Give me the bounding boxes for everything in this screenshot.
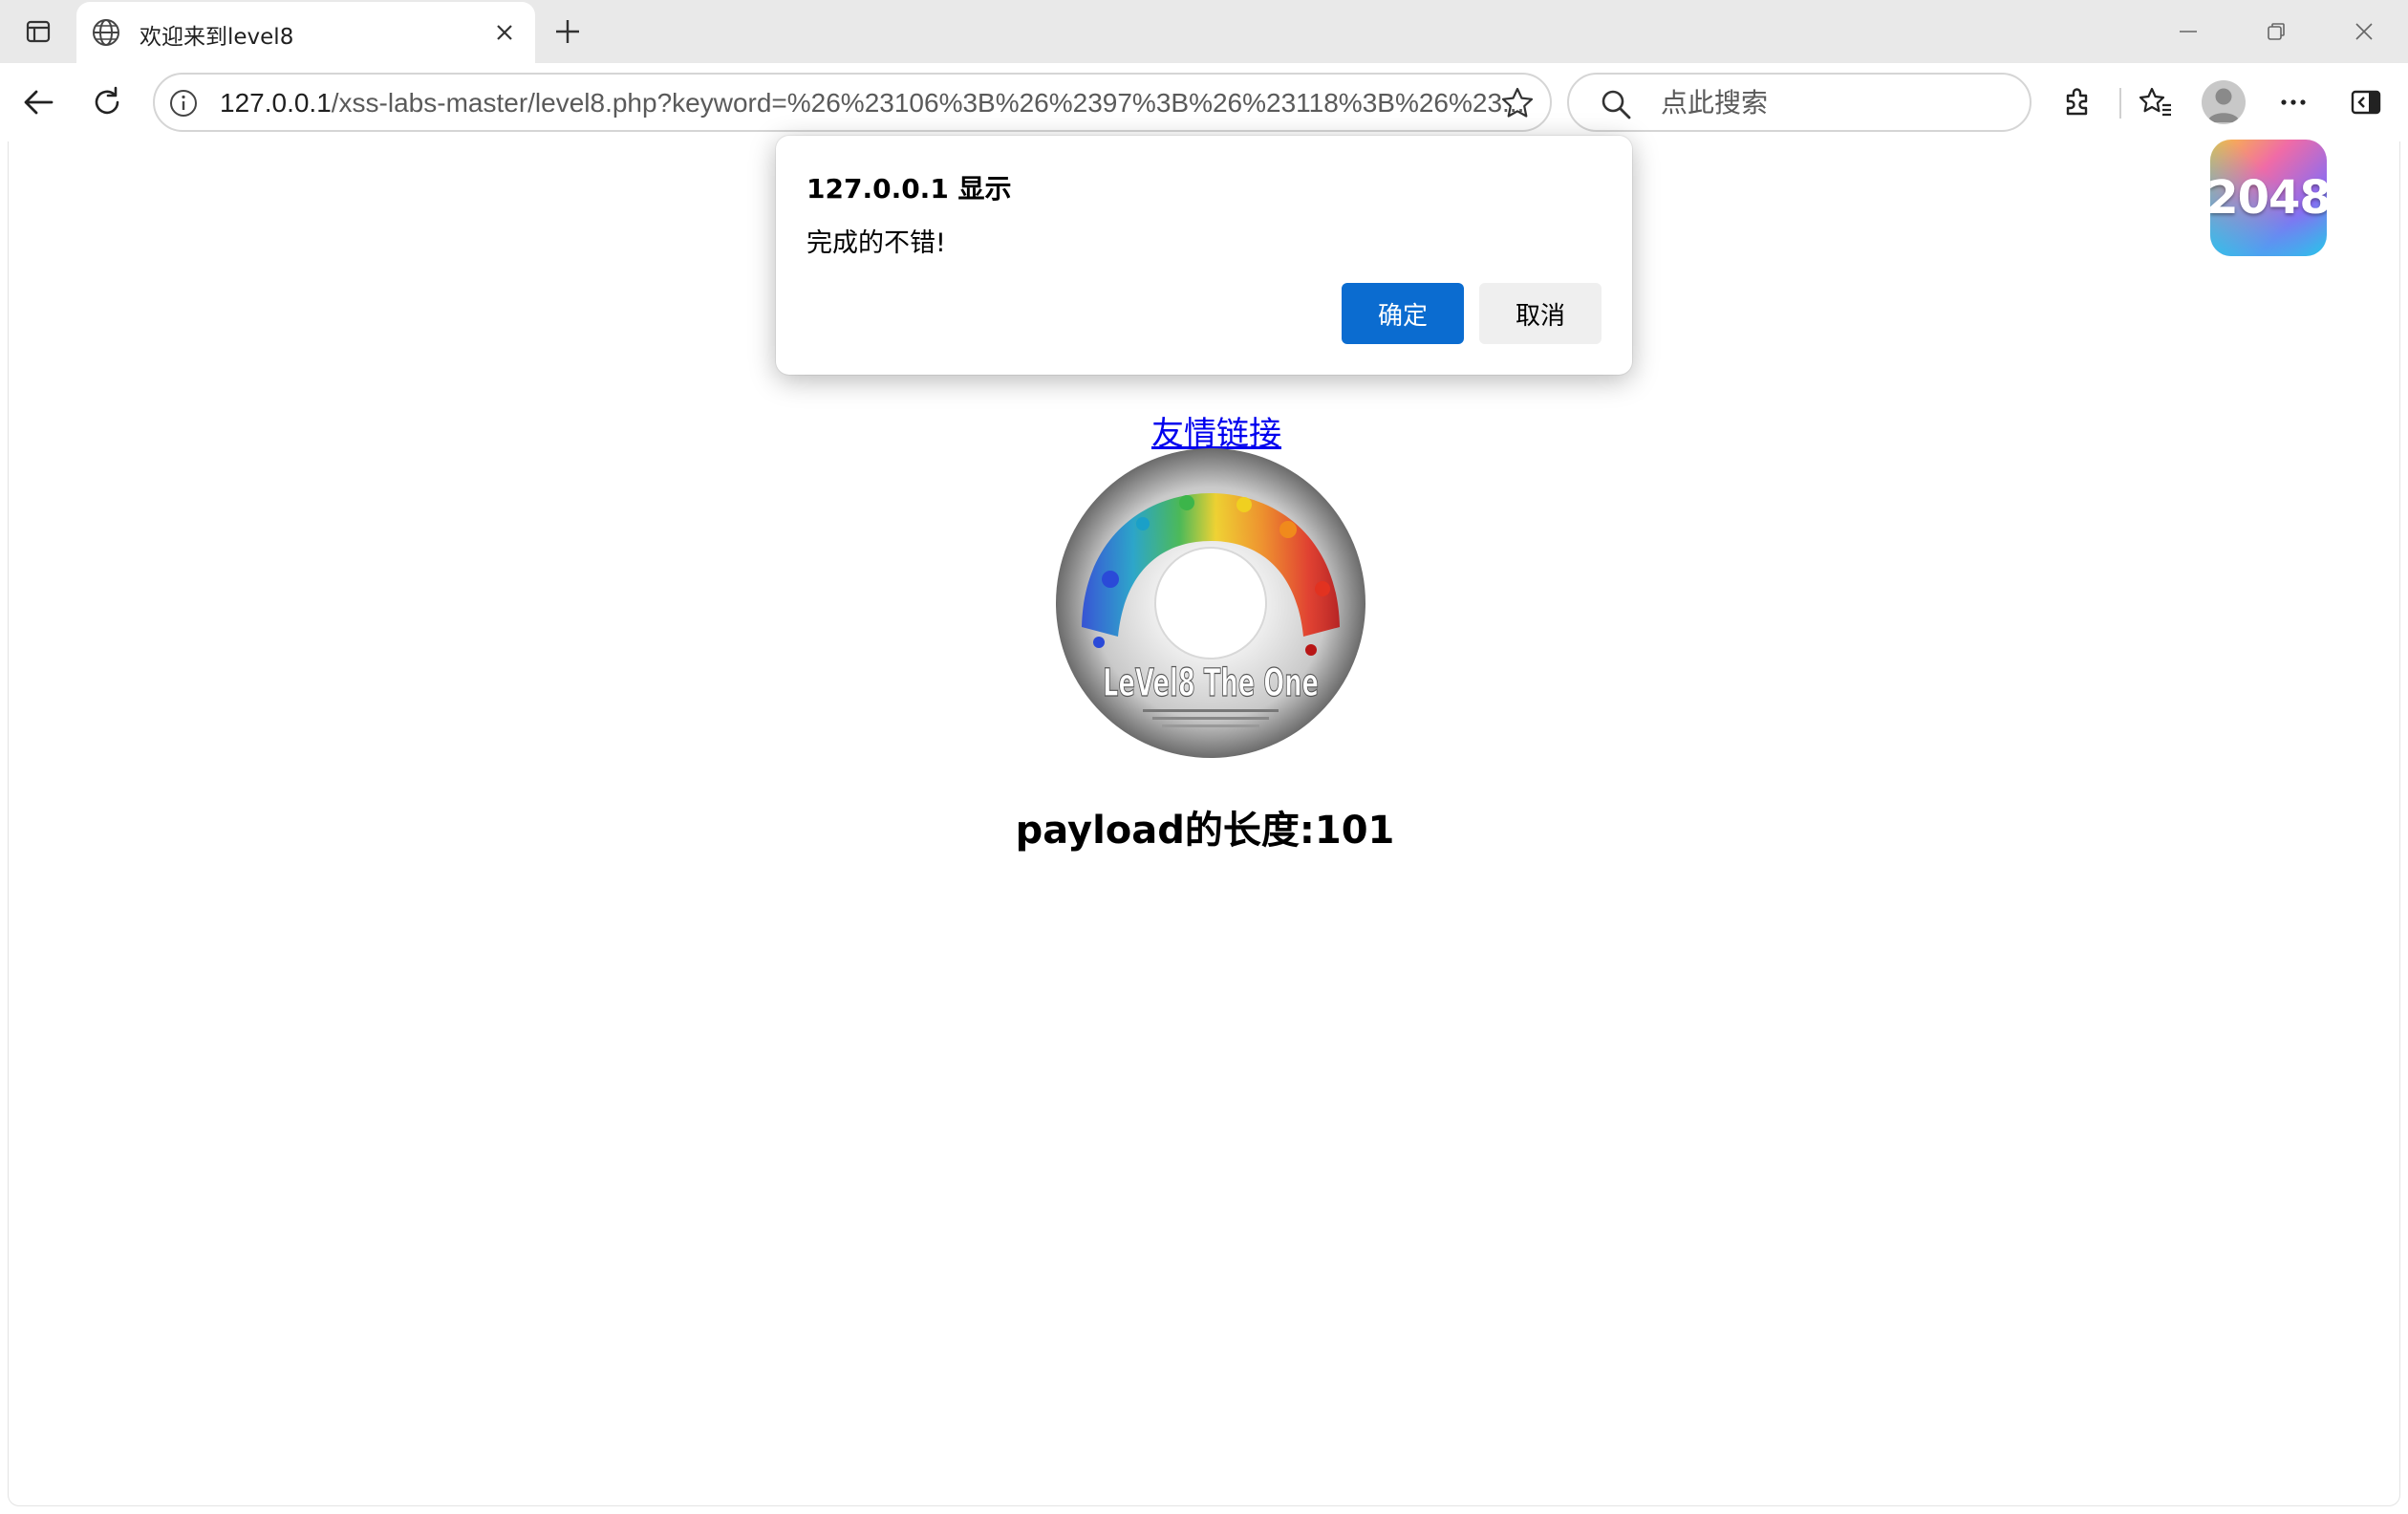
more-icon (2281, 99, 2306, 105)
alert-dialog: 127.0.0.1 显示 完成的不错! 确定 取消 (776, 136, 1632, 375)
restore-button[interactable] (2232, 0, 2320, 63)
favorites-button[interactable] (2129, 76, 2182, 129)
cancel-button[interactable]: 取消 (1479, 283, 1602, 344)
sidebar-button[interactable] (2339, 76, 2393, 129)
cd-title: LeVel8 The One (1103, 661, 1319, 705)
url-text[interactable]: 127.0.0.1/xss-labs-master/level8.php?key… (220, 88, 1524, 119)
search-icon (1602, 90, 1631, 119)
plus-icon (556, 20, 579, 43)
cd-artwork: LeVel8 The One (1056, 448, 1365, 758)
tab-strip: 欢迎来到level8 (0, 0, 2408, 63)
avatar-silhouette (2207, 88, 2240, 122)
app-2048-icon[interactable]: 2048 (2210, 140, 2327, 256)
toolbar-divider (2119, 88, 2121, 119)
url-path: /xss-labs-master/level8.php?keyword=%26%… (331, 88, 1525, 118)
tab-actions-icon (26, 20, 51, 43)
dialog-title: 127.0.0.1 显示 (806, 173, 1012, 205)
info-icon[interactable] (168, 88, 199, 119)
app-2048-label: 2048 (2210, 171, 2327, 225)
tab-title: 欢迎来到level8 (140, 25, 294, 50)
more-button[interactable] (2267, 76, 2320, 129)
ok-button[interactable]: 确定 (1342, 283, 1464, 344)
extensions-button[interactable] (2051, 76, 2104, 129)
minimize-button[interactable] (2144, 0, 2232, 63)
favorites-icon (2139, 87, 2171, 117)
back-button[interactable] (11, 76, 65, 129)
star-icon[interactable] (1500, 86, 1535, 120)
avatar-icon[interactable] (2202, 80, 2246, 124)
refresh-icon (95, 86, 119, 115)
browser-tab[interactable]: 欢迎来到level8 (76, 2, 535, 63)
url-host: 127.0.0.1 (220, 88, 332, 118)
tab-close-button[interactable] (487, 15, 522, 50)
close-window-button[interactable] (2320, 0, 2408, 63)
dialog-message: 完成的不错! (806, 228, 946, 258)
refresh-button[interactable] (80, 76, 134, 129)
tab-actions-button[interactable] (17, 12, 59, 51)
restore-icon (2268, 23, 2285, 40)
close-window-icon (2355, 23, 2373, 40)
address-bar[interactable]: 127.0.0.1/xss-labs-master/level8.php?key… (153, 73, 1552, 132)
payload-length-heading: payload的长度:101 (1015, 809, 1395, 853)
browser-toolbar: 127.0.0.1/xss-labs-master/level8.php?key… (0, 63, 2408, 141)
globe-icon (93, 19, 119, 46)
sidebar-icon (2351, 90, 2381, 115)
close-icon (497, 25, 512, 40)
level8-cd-image: LeVel8 The One (1053, 445, 1368, 761)
back-arrow-icon (24, 90, 54, 115)
search-box[interactable]: 点此搜索 (1567, 73, 2032, 132)
new-tab-button[interactable] (547, 11, 589, 52)
extensions-icon (2066, 88, 2088, 116)
minimize-icon (2180, 31, 2197, 32)
search-placeholder: 点此搜索 (1661, 87, 1769, 119)
